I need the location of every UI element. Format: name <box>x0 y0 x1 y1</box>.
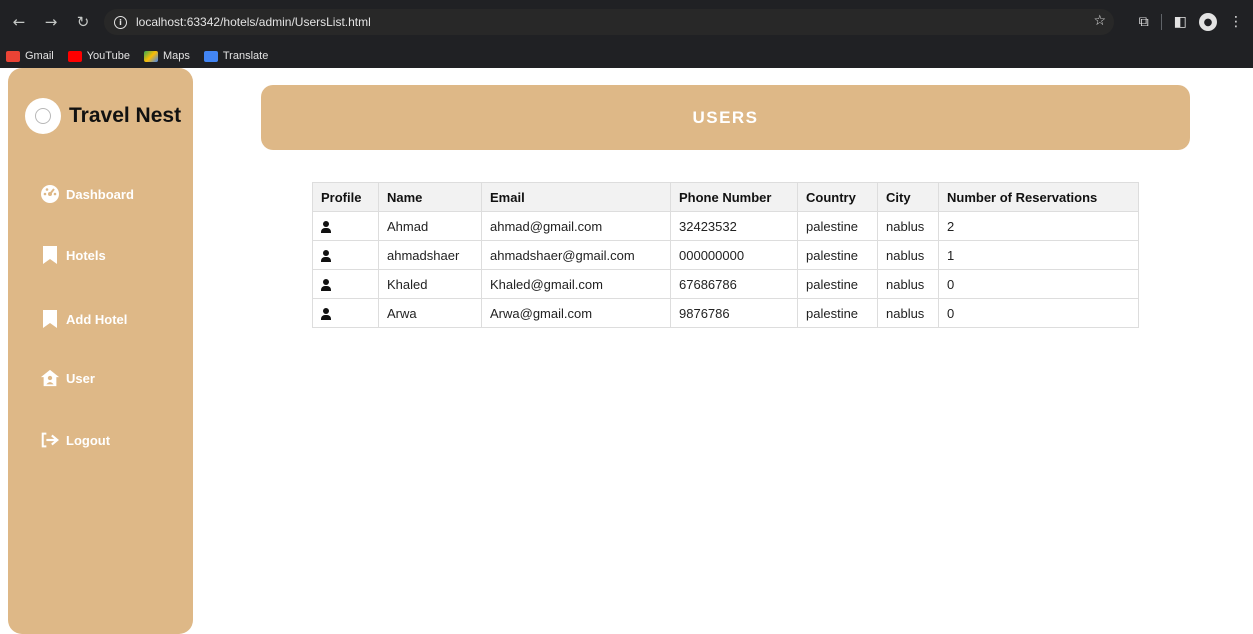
reservations-cell: 1 <box>938 240 1139 270</box>
maps-icon <box>143 50 158 62</box>
bookmark-label: Gmail <box>25 50 54 62</box>
user-profile-icon <box>321 279 331 292</box>
site-info-icon[interactable]: i <box>114 15 127 29</box>
bookmark-icon <box>40 309 60 329</box>
email-cell: Khaled@gmail.com <box>481 269 671 299</box>
email-cell: ahmadshaer@gmail.com <box>481 240 671 270</box>
sidebar-item-hotels[interactable]: Hotels <box>40 245 106 265</box>
country-cell: palestine <box>797 269 878 299</box>
column-header-name: Name <box>378 182 482 212</box>
bookmark-label: Maps <box>162 50 190 62</box>
sidebar-item-user[interactable]: User <box>40 368 95 388</box>
url-host: localhost:63342 <box>136 15 221 29</box>
country-cell: palestine <box>797 298 878 328</box>
sidebar-item-label: Add Hotel <box>66 311 128 327</box>
brand[interactable]: Travel Nest <box>25 98 181 134</box>
email-cell: Arwa@gmail.com <box>481 298 671 328</box>
dashboard-icon <box>40 184 60 204</box>
profile-avatar-icon[interactable]: ● <box>1199 13 1217 31</box>
sidebar-item-dashboard[interactable]: Dashboard <box>40 184 134 204</box>
city-cell: nablus <box>877 298 939 328</box>
country-cell: palestine <box>797 211 878 241</box>
url-path: /hotels/admin/UsersList.html <box>220 15 371 29</box>
brand-name: Travel Nest <box>69 104 182 127</box>
gmail-icon <box>6 50 20 62</box>
name-cell: Khaled <box>378 269 482 299</box>
browser-chrome: ← → ↻ i localhost:63342/hotels/admin/Use… <box>0 0 1253 68</box>
sidebar-item-logout[interactable]: Logout <box>40 430 110 450</box>
sidebar-item-label: Hotels <box>66 247 106 263</box>
sidebar-item-add-hotel[interactable]: Add Hotel <box>40 309 127 329</box>
users-table: Profile Name Email Phone Number Country … <box>312 182 1139 328</box>
toolbar-divider <box>1160 14 1162 30</box>
bookmark-star-icon[interactable]: ☆ <box>1093 13 1106 29</box>
city-cell: nablus <box>877 240 939 270</box>
name-cell: ahmadshaer <box>378 240 482 270</box>
bookmarks-bar: Gmail YouTube Maps Translate <box>0 44 1253 68</box>
email-cell: ahmad@gmail.com <box>481 211 671 241</box>
column-header-email: Email <box>481 182 671 212</box>
profile-cell <box>312 211 379 241</box>
user-profile-icon <box>321 221 331 234</box>
bookmark-icon <box>40 245 60 265</box>
column-header-country: Country <box>797 182 878 212</box>
bookmark-youtube[interactable]: YouTube <box>67 50 130 62</box>
menu-kebab-icon[interactable]: ⋮ <box>1229 14 1243 30</box>
bookmark-translate[interactable]: Translate <box>203 50 269 62</box>
profile-cell <box>312 298 379 328</box>
city-cell: nablus <box>877 269 939 299</box>
column-header-city: City <box>877 182 939 212</box>
bookmark-label: YouTube <box>86 50 130 62</box>
table-row: Arwa Arwa@gmail.com 9876786 palestine na… <box>312 298 1139 328</box>
translate-icon <box>203 50 218 62</box>
user-profile-icon <box>321 250 331 263</box>
bookmark-maps[interactable]: Maps <box>143 50 190 62</box>
phone-cell: 9876786 <box>670 298 798 328</box>
column-header-phone: Phone Number <box>670 182 798 212</box>
profile-cell <box>312 240 379 270</box>
extensions-icon[interactable]: ⧉ <box>1139 14 1149 30</box>
reservations-cell: 0 <box>938 269 1139 299</box>
country-cell: palestine <box>797 240 878 270</box>
phone-cell: 67686786 <box>670 269 798 299</box>
table-header-row: Profile Name Email Phone Number Country … <box>312 182 1139 212</box>
profile-cell <box>312 269 379 299</box>
address-bar[interactable]: i localhost:63342/hotels/admin/UsersList… <box>104 9 1114 35</box>
name-cell: Ahmad <box>378 211 482 241</box>
column-header-profile: Profile <box>312 182 379 212</box>
user-house-icon <box>40 368 60 388</box>
reload-icon[interactable]: ↻ <box>72 13 94 31</box>
youtube-icon <box>67 50 82 62</box>
back-icon[interactable]: ← <box>8 13 30 31</box>
bookmark-label: Translate <box>222 50 269 62</box>
phone-cell: 000000000 <box>670 240 798 270</box>
sidebar: Travel Nest Dashboard Hotels Add Hotel U… <box>8 68 193 634</box>
toolbar-actions: ⧉ ◧ ● ⋮ <box>1139 0 1253 44</box>
logout-icon <box>40 430 60 450</box>
user-profile-icon <box>321 308 331 321</box>
sidebar-item-label: Logout <box>66 432 111 448</box>
table-row: ahmadshaer ahmadshaer@gmail.com 00000000… <box>312 240 1139 270</box>
forward-icon[interactable]: → <box>40 13 62 31</box>
phone-cell: 32423532 <box>670 211 798 241</box>
brand-logo-icon <box>25 98 61 134</box>
bookmark-gmail[interactable]: Gmail <box>6 50 54 62</box>
reservations-cell: 2 <box>938 211 1139 241</box>
page-header: USERS <box>261 85 1190 150</box>
name-cell: Arwa <box>378 298 482 328</box>
sidebar-item-label: User <box>66 370 95 386</box>
city-cell: nablus <box>877 211 939 241</box>
sidebar-item-label: Dashboard <box>66 186 134 202</box>
side-panel-icon[interactable]: ◧ <box>1174 14 1187 30</box>
reservations-cell: 0 <box>938 298 1139 328</box>
column-header-reservations: Number of Reservations <box>938 182 1139 212</box>
table-row: Ahmad ahmad@gmail.com 32423532 palestine… <box>312 211 1139 241</box>
page-title: USERS <box>692 107 759 127</box>
browser-toolbar: ← → ↻ i localhost:63342/hotels/admin/Use… <box>0 0 1253 44</box>
url-text: localhost:63342/hotels/admin/UsersList.h… <box>136 15 371 29</box>
table-row: Khaled Khaled@gmail.com 67686786 palesti… <box>312 269 1139 299</box>
